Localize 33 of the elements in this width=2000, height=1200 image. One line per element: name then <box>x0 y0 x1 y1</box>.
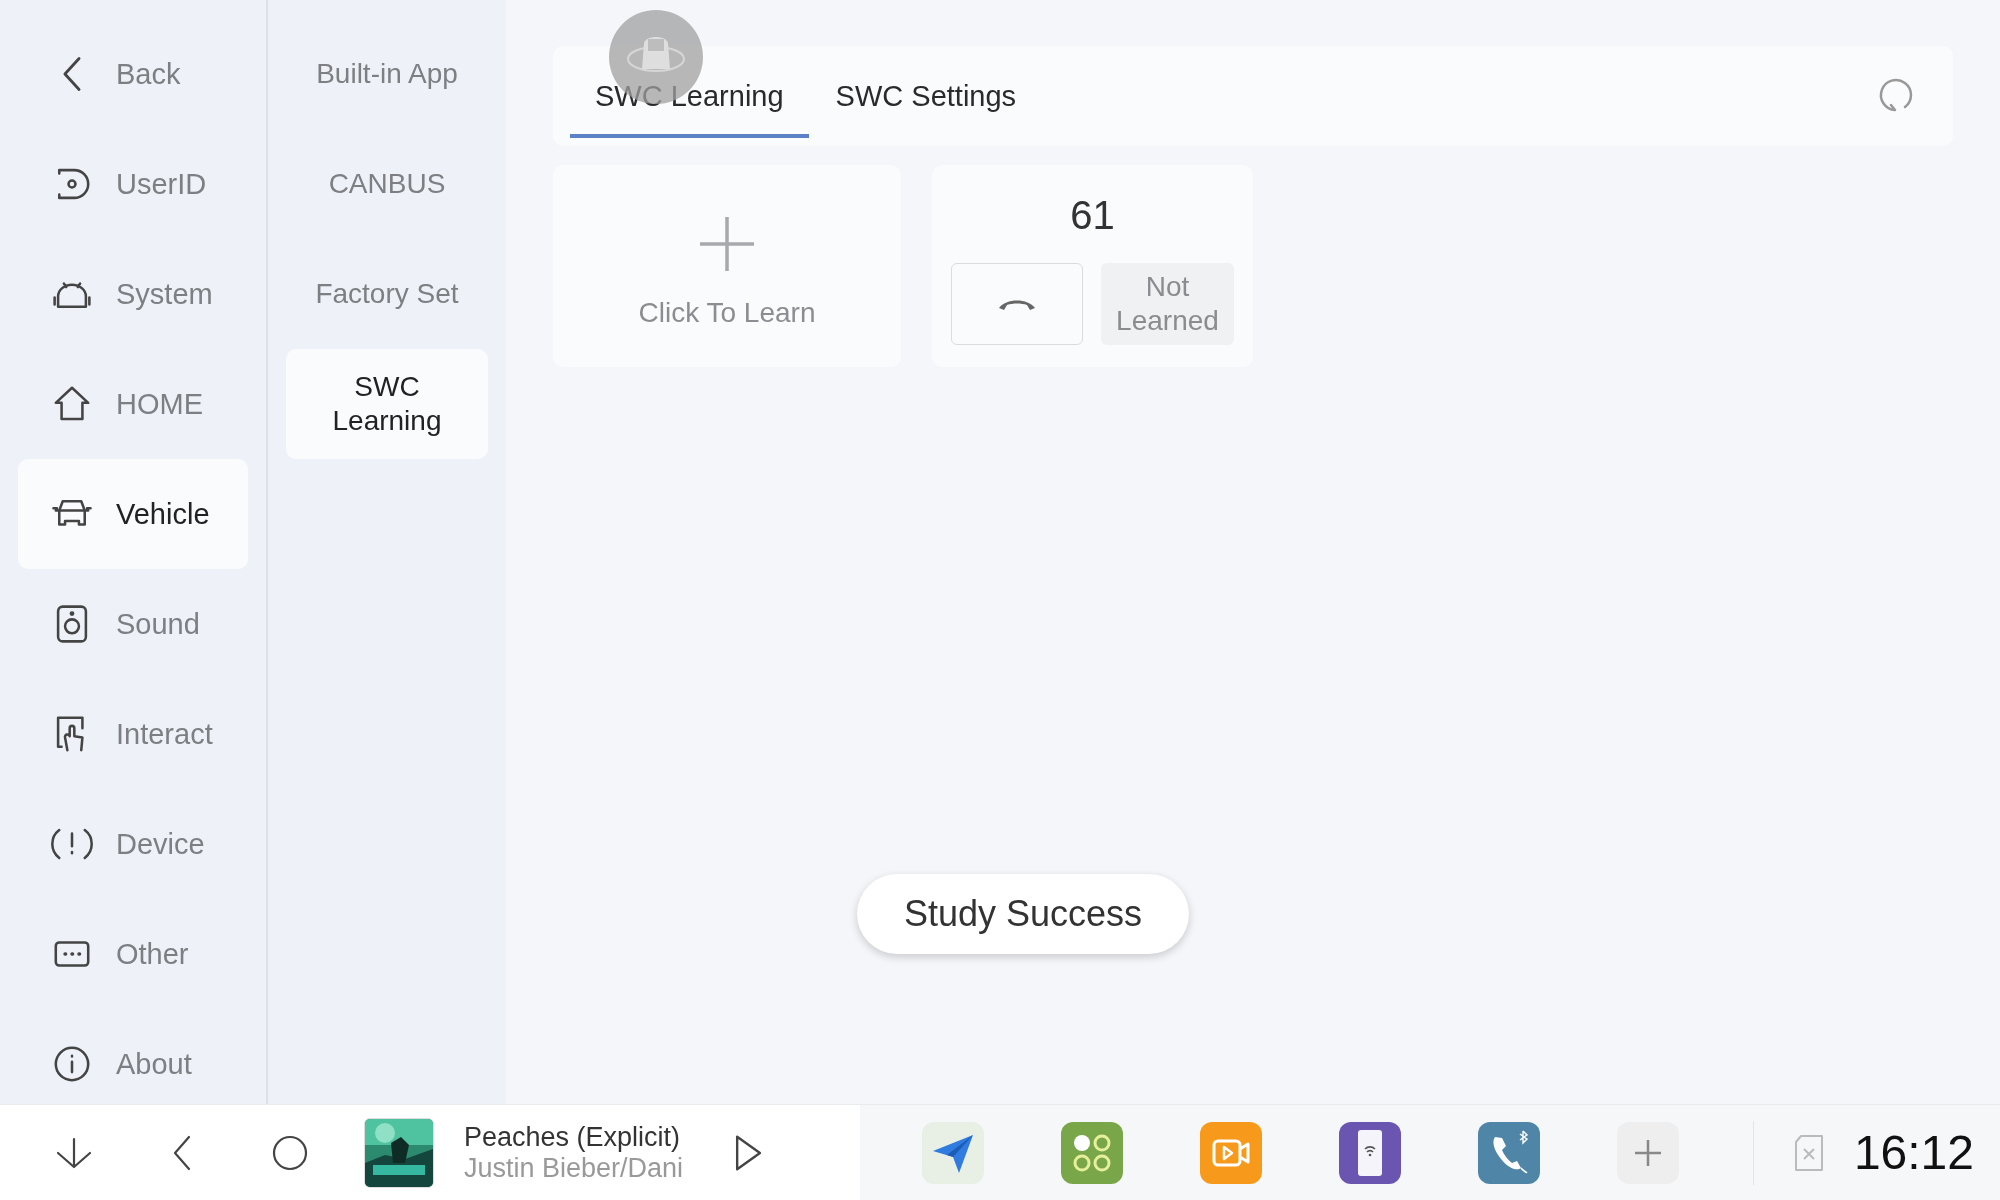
learn-label: Click To Learn <box>638 297 816 329</box>
nav-item[interactable]: Vehicle <box>18 459 248 569</box>
key-number: 61 <box>1070 192 1115 239</box>
home-circle-icon <box>271 1133 309 1172</box>
submenu-item[interactable]: Built-in App <box>286 19 488 129</box>
learn-card[interactable]: Click To Learn <box>553 165 901 367</box>
nav-item[interactable]: Interact <box>18 679 248 789</box>
plus-icon <box>700 217 754 271</box>
song-artist: Justin Bieber/Dani <box>464 1152 685 1184</box>
nav-item[interactable]: Other <box>18 899 248 1009</box>
nav-item[interactable]: Device <box>18 789 248 899</box>
nav-item[interactable]: System <box>18 239 248 349</box>
nav-item[interactable]: About <box>18 1009 248 1104</box>
submenu-item[interactable]: CANBUS <box>286 129 488 239</box>
toast-message: Study Success <box>857 874 1189 954</box>
song-title: Peaches (Explicit) <box>464 1121 682 1153</box>
nav-item[interactable]: UserID <box>18 129 248 239</box>
nav-item[interactable]: HOME <box>18 349 248 459</box>
apps-icon[interactable] <box>1061 1121 1123 1184</box>
play-icon <box>735 1134 761 1171</box>
status-button[interactable]: Not Learned <box>1101 263 1234 345</box>
back-icon <box>61 56 83 92</box>
nav-item[interactable]: Sound <box>18 569 248 679</box>
submenu-item[interactable]: SWC Learning <box>286 349 488 459</box>
phone-app-icon[interactable] <box>1478 1121 1540 1184</box>
navigation-app-icon[interactable] <box>922 1121 984 1184</box>
phone-link-icon[interactable] <box>1339 1121 1401 1184</box>
submenu-item[interactable]: Factory Set <box>286 239 488 349</box>
clock: 16:12 <box>1853 1125 1974 1180</box>
nav-item[interactable]: Back <box>18 19 248 129</box>
tab[interactable]: SWC Settings <box>810 46 1042 138</box>
add-app-button[interactable] <box>1617 1121 1679 1184</box>
back-icon <box>173 1134 191 1171</box>
